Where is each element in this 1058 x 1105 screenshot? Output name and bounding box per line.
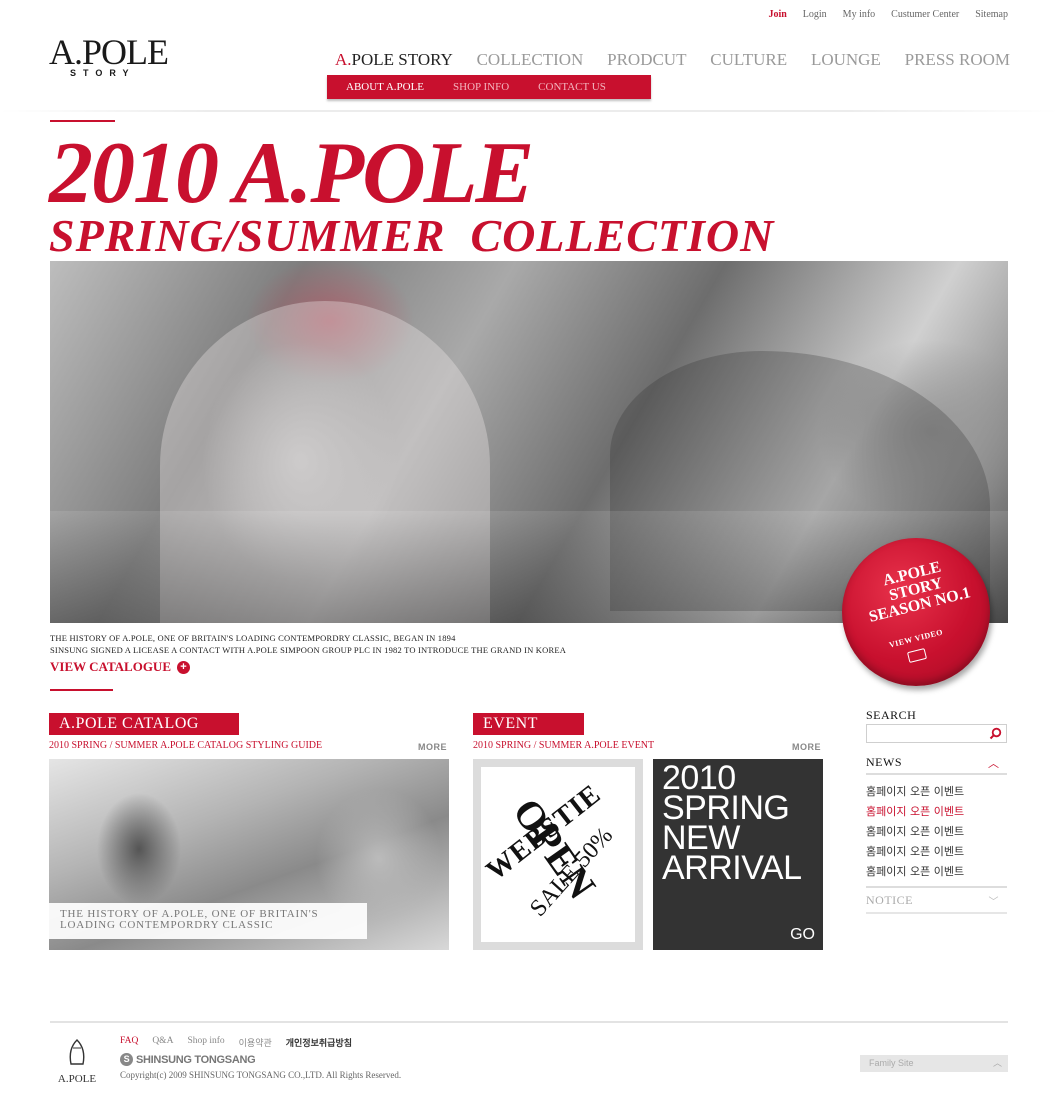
hero-title-line1: 2010 A.POLE — [49, 125, 534, 222]
shinsung-logo-icon: S — [120, 1053, 133, 1066]
sitemap-link[interactable]: Sitemap — [967, 9, 1008, 20]
hero-caption: THE HISTORY OF A.POLE, ONE OF BRITAIN'S … — [50, 632, 566, 656]
footer-shop-info-link[interactable]: Shop info — [187, 1036, 224, 1049]
nav-apole-story[interactable]: A.POLE STORY — [335, 50, 453, 70]
red-rule-top — [50, 120, 115, 122]
nav-collection[interactable]: COLLECTION — [477, 50, 584, 70]
site-logo[interactable]: A.POLE STORY — [49, 34, 189, 78]
login-link[interactable]: Login — [795, 9, 835, 20]
catalog-subtitle: 2010 SPRING / SUMMER A.POLE CATALOG STYL… — [49, 740, 323, 751]
event-subtitle: 2010 SPRING / SUMMER A.POLE EVENT — [473, 740, 655, 751]
family-site-label: Family Site — [869, 1058, 914, 1068]
logo-sub-text: STORY — [70, 68, 136, 78]
my-info-link[interactable]: My info — [835, 9, 884, 20]
chevron-up-icon: ︿ — [988, 758, 999, 770]
search-label: SEARCH — [866, 708, 917, 722]
news-item[interactable]: 홈페이지 오픈 이벤트 — [866, 782, 1007, 802]
search-input[interactable] — [867, 727, 987, 744]
event-new-arrival-tile[interactable]: 2010 SPRING NEW ARRIVAL GO — [653, 759, 823, 950]
sub-nav: ABOUT A.POLE SHOP INFO CONTACT US — [327, 75, 651, 99]
search-icon[interactable] — [989, 727, 1002, 740]
nav-product[interactable]: PRODCUT — [607, 50, 686, 70]
footer-copyright: Copyright(c) 2009 SHINSUNG TONGSANG CO.,… — [120, 1070, 402, 1080]
view-catalogue-link[interactable]: VIEW CATALOGUE + — [50, 659, 190, 675]
event-sale-inner: WEBSTIE OPEN SALE 50% — [481, 767, 635, 942]
hero-title-line2: SPRING/SUMMER COLLECTION — [49, 210, 775, 261]
nav-lounge[interactable]: LOUNGE — [811, 50, 881, 70]
go-button[interactable]: GO — [790, 926, 815, 944]
join-link[interactable]: Join — [760, 9, 794, 20]
news-item[interactable]: 홈페이지 오픈 이벤트 — [866, 862, 1007, 882]
season-badge[interactable]: A.POLE STORY SEASON NO.1 VIEW VIDEO — [842, 538, 990, 686]
event-more-link[interactable]: MORE — [792, 742, 821, 752]
logo-main-text: A.POLE — [49, 32, 169, 72]
header-divider — [0, 110, 1058, 112]
badge-title: A.POLE STORY SEASON NO.1 — [838, 549, 993, 631]
penguin-logo-icon — [69, 1039, 85, 1065]
catalog-image[interactable]: THE HISTORY OF A.POLE, ONE OF BRITAIN'S … — [49, 759, 449, 950]
red-rule-mid — [50, 689, 113, 691]
news-list: 홈페이지 오픈 이벤트 홈페이지 오픈 이벤트 홈페이지 오픈 이벤트 홈페이지… — [866, 782, 1007, 882]
new-arrival-line4: ARRIVAL — [662, 849, 802, 887]
utility-nav: Join Login My info Custumer Center Sitem… — [760, 9, 1008, 20]
event-sale-tile[interactable]: WEBSTIE OPEN SALE 50% — [473, 759, 643, 950]
notice-label: NOTICE — [866, 892, 913, 907]
plus-circle-icon: + — [177, 660, 190, 674]
view-catalogue-label: VIEW CATALOGUE — [50, 659, 171, 674]
family-site-select[interactable]: Family Site ︿ — [860, 1055, 1008, 1072]
news-header[interactable]: NEWS ︿ — [866, 755, 1007, 775]
chevron-down-icon: ﹀ — [988, 896, 999, 908]
nav-culture[interactable]: CULTURE — [710, 50, 787, 70]
footer-brand-name: SHINSUNG TONGSANG — [136, 1053, 256, 1066]
footer-qa-link[interactable]: Q&A — [152, 1036, 173, 1049]
nav-accent: A. — [335, 50, 352, 69]
hero-caption-line2: SINSUNG SIGNED A LICEASE A CONTACT WITH … — [50, 645, 567, 655]
catalog-section-tag: A.POLE CATALOG — [49, 713, 239, 735]
news-item[interactable]: 홈페이지 오픈 이벤트 — [866, 822, 1007, 842]
footer-logo-name: A.POLE — [57, 1073, 97, 1085]
footer-faq-link[interactable]: FAQ — [120, 1036, 138, 1049]
news-label: NEWS — [866, 755, 902, 769]
footer-terms-link[interactable]: 이용약관 — [239, 1036, 272, 1049]
event-section-tag: EVENT — [473, 713, 584, 735]
catalog-caption: THE HISTORY OF A.POLE, ONE OF BRITAIN'S … — [49, 903, 367, 939]
new-arrival-text: 2010 SPRING NEW ARRIVAL — [662, 761, 802, 887]
notice-header[interactable]: NOTICE ﹀ — [866, 886, 1007, 914]
hero-caption-line1: THE HISTORY OF A.POLE, ONE OF BRITAIN'S … — [50, 633, 456, 643]
news-item[interactable]: 홈페이지 오픈 이벤트 — [866, 842, 1007, 862]
footer-privacy-link[interactable]: 개인정보취급방침 — [286, 1036, 352, 1049]
customer-center-link[interactable]: Custumer Center — [883, 9, 967, 20]
subnav-contact-us[interactable]: CONTACT US — [538, 81, 606, 93]
nav-apole-story-label: POLE STORY — [351, 50, 453, 69]
video-camera-icon — [906, 647, 928, 664]
search-box — [866, 724, 1007, 744]
chevron-up-icon: ︿ — [992, 1058, 1002, 1068]
footer-links: FAQ Q&A Shop info 이용약관 개인정보취급방침 — [120, 1036, 352, 1049]
subnav-shop-info[interactable]: SHOP INFO — [453, 81, 509, 93]
footer-logo: A.POLE — [55, 1038, 99, 1085]
main-nav: A.POLE STORY COLLECTION PRODCUT CULTURE … — [335, 50, 1010, 70]
nav-press-room[interactable]: PRESS ROOM — [905, 50, 1010, 70]
news-item[interactable]: 홈페이지 오픈 이벤트 — [866, 802, 1007, 822]
footer-divider — [50, 1021, 1008, 1023]
hero-headline: 2010 A.POLE SPRING/SUMMER COLLECTION — [49, 125, 775, 261]
catalog-caption-line2: LOADING CONTEMPORDRY CLASSIC — [60, 919, 274, 931]
footer-brand: S SHINSUNG TONGSANG — [120, 1053, 256, 1066]
subnav-about[interactable]: ABOUT A.POLE — [346, 81, 424, 93]
catalog-more-link[interactable]: MORE — [418, 742, 447, 752]
